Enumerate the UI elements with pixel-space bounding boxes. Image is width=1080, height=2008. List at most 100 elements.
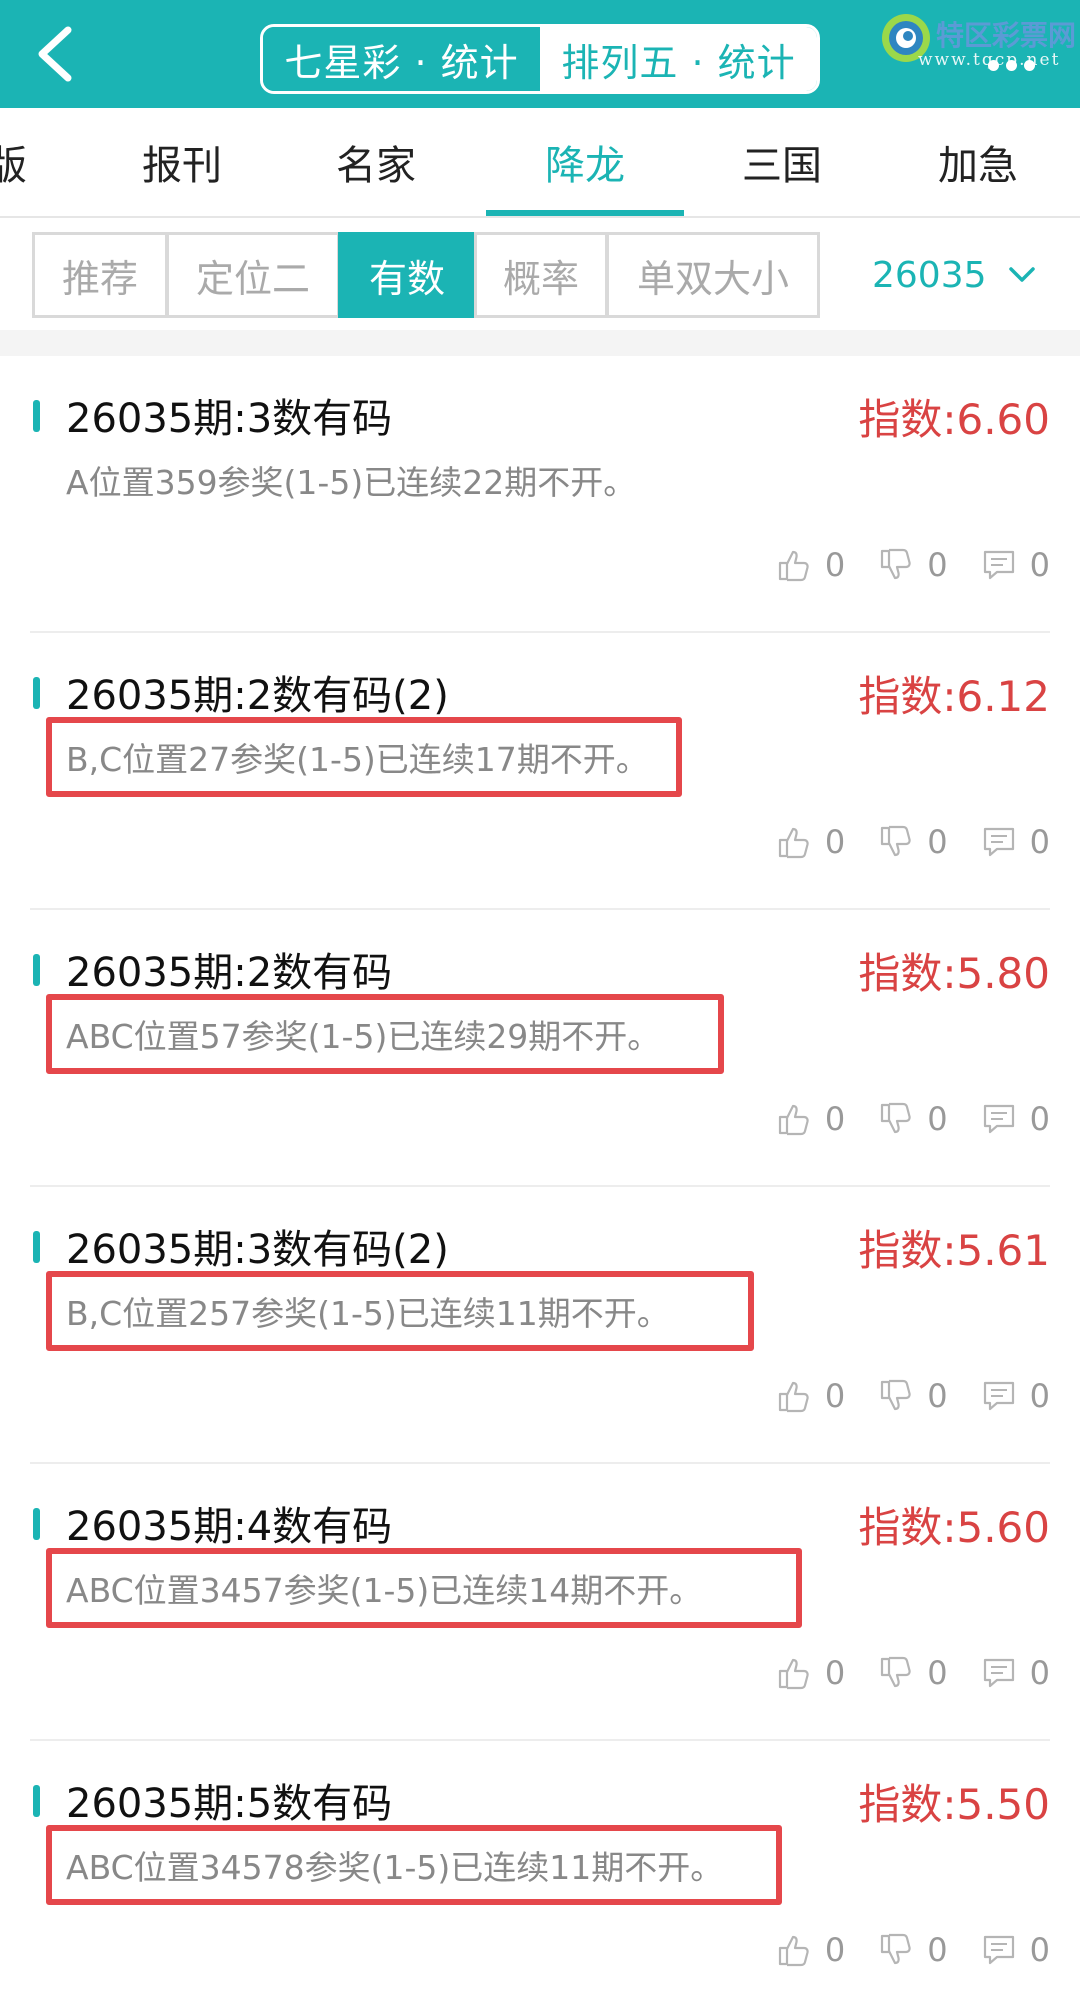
comment-icon	[983, 827, 1014, 857]
dislike-count: 0	[927, 1654, 948, 1692]
filter-bar: 推荐 定位二 有数 概率 单双大小 26035	[0, 218, 1080, 330]
comment-icon	[983, 1381, 1014, 1411]
highlight-box	[46, 994, 724, 1074]
record-score: 指数:5.50	[858, 1780, 1050, 1829]
like-button[interactable]: 0	[777, 1931, 845, 1969]
like-count: 0	[824, 1377, 846, 1415]
tab-category-0[interactable]: 版	[0, 108, 30, 216]
comment-button[interactable]: 0	[982, 1654, 1050, 1692]
comment-button[interactable]: 0	[982, 1377, 1050, 1415]
comment-count: 0	[1029, 546, 1050, 584]
tab-category-5[interactable]: 加急	[908, 108, 1048, 216]
comment-button[interactable]: 0	[982, 1931, 1050, 1969]
comment-count: 0	[1029, 1100, 1050, 1138]
record-title: 26035期:2数有码(2)	[66, 673, 449, 719]
record-item[interactable]: 26035期:5数有码 指数:5.50 ABC位置34578参奖(1-5)已连续…	[30, 1741, 1050, 2008]
comment-count: 0	[1029, 823, 1050, 861]
record-marker	[33, 1231, 40, 1263]
comment-count: 0	[1029, 1377, 1050, 1415]
thumbs-up-icon	[778, 1104, 809, 1136]
tab-category-1[interactable]: 报刊	[112, 108, 252, 216]
record-title: 26035期:4数有码	[66, 1504, 393, 1550]
comment-button[interactable]: 0	[982, 823, 1050, 861]
record-score: 指数:5.61	[858, 1226, 1050, 1275]
highlight-box	[46, 1271, 754, 1351]
like-button[interactable]: 0	[777, 1100, 845, 1138]
record-item[interactable]: 26035期:3数有码(2) 指数:5.61 B,C位置257参奖(1-5)已连…	[30, 1187, 1050, 1464]
filter-odd-even-size[interactable]: 单双大小	[606, 232, 820, 318]
filter-position-two[interactable]: 定位二	[166, 232, 340, 318]
section-divider	[0, 330, 1080, 356]
logo-name: 特区彩票网	[936, 19, 1077, 52]
comment-button[interactable]: 0	[982, 1100, 1050, 1138]
lottery-type-switch: 七星彩 · 统计 排列五 · 统计	[260, 24, 820, 94]
like-button[interactable]: 0	[777, 1654, 845, 1692]
record-actions: 0 0 0	[743, 823, 1050, 861]
record-title: 26035期:2数有码	[66, 950, 393, 996]
highlight-box	[46, 1548, 802, 1628]
dislike-count: 0	[927, 1377, 948, 1415]
tab-category-3[interactable]: 降龙	[486, 108, 684, 216]
record-title: 26035期:3数有码	[66, 396, 393, 442]
app-header: 七星彩 · 统计 排列五 · 统计 特区彩票网 www.tqcp.net	[0, 0, 1080, 108]
record-actions: 0 0 0	[743, 546, 1050, 584]
issue-selector[interactable]: 26035	[872, 232, 1037, 318]
dislike-button[interactable]: 0	[879, 1931, 948, 1969]
dislike-count: 0	[927, 1931, 948, 1969]
dislike-button[interactable]: 0	[879, 1654, 948, 1692]
like-button[interactable]: 0	[777, 546, 845, 584]
comment-icon	[983, 1658, 1014, 1688]
record-item[interactable]: 26035期:3数有码 指数:6.60 A位置359参奖(1-5)已连续22期不…	[30, 356, 1050, 633]
chevron-down-icon	[1008, 267, 1035, 282]
record-title: 26035期:3数有码(2)	[66, 1227, 449, 1273]
tab-qixingcai-stats[interactable]: 七星彩 · 统计	[263, 27, 540, 91]
like-button[interactable]: 0	[777, 1377, 845, 1415]
like-button[interactable]: 0	[777, 823, 845, 861]
dislike-count: 0	[927, 823, 948, 861]
thumbs-down-icon	[881, 1379, 911, 1411]
thumbs-down-icon	[881, 825, 911, 857]
record-item[interactable]: 26035期:2数有码(2) 指数:6.12 B,C位置27参奖(1-5)已连续…	[30, 633, 1050, 910]
thumbs-down-icon	[881, 1656, 911, 1688]
record-score: 指数:6.12	[858, 672, 1050, 721]
tab-pailiewu-stats[interactable]: 排列五 · 统计	[540, 27, 817, 91]
dislike-button[interactable]: 0	[879, 823, 948, 861]
issue-number: 26035	[872, 254, 987, 296]
thumbs-up-icon	[778, 1658, 809, 1690]
comment-count: 0	[1029, 1931, 1050, 1969]
thumbs-down-icon	[881, 1933, 911, 1965]
tab-category-3-label: 降龙	[545, 143, 625, 189]
record-list: 26035期:3数有码 指数:6.60 A位置359参奖(1-5)已连续22期不…	[0, 356, 1080, 2008]
tab-category-4[interactable]: 三国	[712, 108, 852, 216]
tab-category-2[interactable]: 名家	[306, 108, 446, 216]
record-score: 指数:5.60	[858, 1503, 1050, 1552]
like-count: 0	[824, 1100, 846, 1138]
site-logo: 特区彩票网 www.tqcp.net	[878, 6, 1077, 102]
record-description: A位置359参奖(1-5)已连续22期不开。	[66, 463, 637, 502]
record-marker	[33, 1508, 40, 1540]
thumbs-up-icon	[778, 1381, 809, 1413]
filter-probability[interactable]: 概率	[474, 232, 608, 318]
highlight-box	[46, 717, 682, 797]
like-count: 0	[824, 1931, 846, 1969]
dislike-button[interactable]: 0	[879, 546, 948, 584]
record-item[interactable]: 26035期:4数有码 指数:5.60 ABC位置3457参奖(1-5)已连续1…	[30, 1464, 1050, 1741]
record-marker	[33, 954, 40, 986]
comment-icon	[983, 1935, 1014, 1965]
filter-recommend[interactable]: 推荐	[32, 232, 168, 318]
dislike-button[interactable]: 0	[879, 1377, 948, 1415]
thumbs-up-icon	[778, 550, 809, 582]
thumbs-down-icon	[881, 1102, 911, 1134]
record-actions: 0 0 0	[743, 1654, 1050, 1692]
comment-icon	[983, 1104, 1014, 1134]
back-arrow-icon[interactable]	[28, 22, 88, 86]
record-item[interactable]: 26035期:2数有码 指数:5.80 ABC位置57参奖(1-5)已连续29期…	[30, 910, 1050, 1187]
comment-button[interactable]: 0	[982, 546, 1050, 584]
filter-has-number[interactable]: 有数	[338, 232, 476, 318]
like-count: 0	[824, 546, 846, 584]
more-dots-icon[interactable]	[988, 56, 1048, 71]
dislike-button[interactable]: 0	[879, 1100, 948, 1138]
record-score: 指数:5.80	[858, 949, 1050, 998]
like-count: 0	[824, 823, 846, 861]
highlight-box	[46, 1825, 782, 1905]
